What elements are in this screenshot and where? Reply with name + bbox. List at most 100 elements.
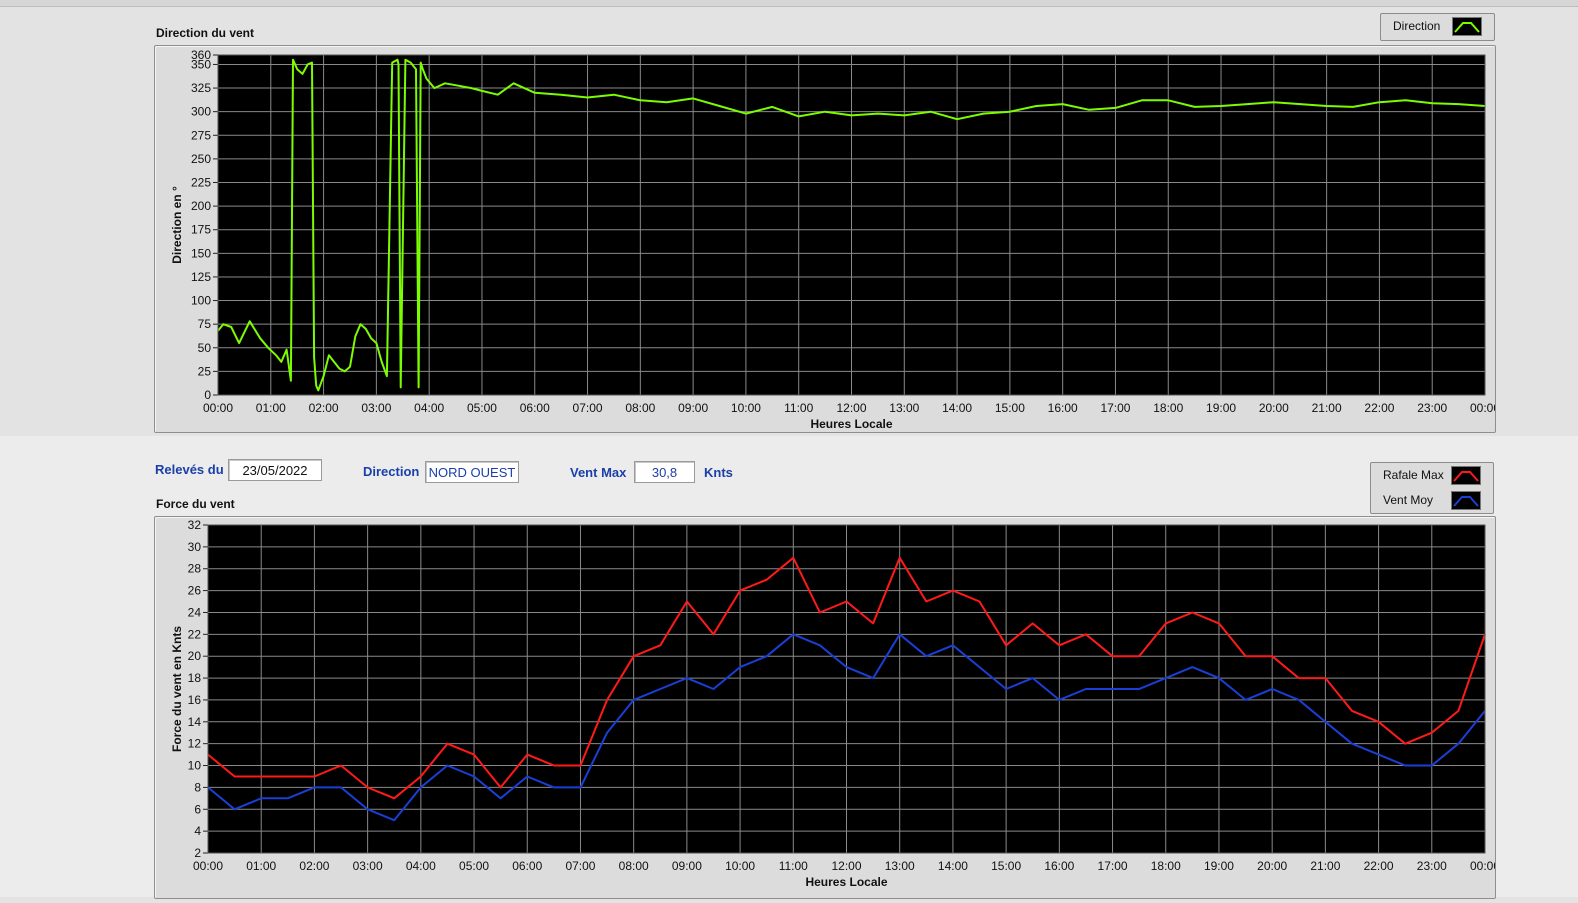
legend-item-ventmoy[interactable]: Vent Moy <box>1371 488 1493 512</box>
x-tick-label: 10:00 <box>725 859 755 873</box>
y-tick-label: 75 <box>198 317 212 331</box>
legend-label-direction: Direction <box>1393 19 1441 33</box>
x-tick-label: 00:00 <box>193 859 223 873</box>
legend-item-direction[interactable]: Direction <box>1381 14 1494 38</box>
y-tick-label: 10 <box>188 759 202 773</box>
legend-item-rafale[interactable]: Rafale Max <box>1371 463 1493 487</box>
x-axis-label: Heures Locale <box>810 417 892 431</box>
ventmax-unit: Knts <box>704 465 733 480</box>
legend-label-rafale: Rafale Max <box>1383 468 1444 482</box>
y-tick-label: 175 <box>191 223 211 237</box>
force-chart-svg[interactable]: 246810121416182022242628303200:00 01:00 02… <box>155 517 1500 898</box>
x-tick-label: 05:00 <box>459 859 489 873</box>
x-tick-label: 14:00 <box>942 401 972 415</box>
x-tick-label: 16:00 <box>1044 859 1074 873</box>
x-tick-label: 01:00 <box>246 859 276 873</box>
y-tick-label: 125 <box>191 270 211 284</box>
x-tick-label: 20:00 <box>1257 859 1287 873</box>
x-tick-label: 16:00 <box>1048 401 1078 415</box>
y-tick-label: 300 <box>191 105 211 119</box>
x-tick-label: 10:00 <box>731 401 761 415</box>
x-tick-label: 09:00 <box>678 401 708 415</box>
x-tick-label: 18:00 <box>1153 401 1183 415</box>
direction-label: Direction <box>363 464 420 479</box>
direction-legend[interactable]: Direction <box>1380 13 1495 41</box>
x-tick-label: 04:00 <box>414 401 444 415</box>
y-tick-label: 4 <box>194 824 201 838</box>
x-tick-label: 17:00 <box>1100 401 1130 415</box>
x-tick-label: 13:00 <box>889 401 919 415</box>
y-tick-label: 24 <box>188 605 202 619</box>
x-tick-label: 11:00 <box>779 859 808 873</box>
x-tick-label: 00:00 <box>1470 859 1495 873</box>
date-field[interactable]: 23/05/2022 <box>228 459 322 481</box>
direction-chart-svg[interactable]: 0255075100125150175200225250275300325350… <box>155 46 1500 432</box>
y-tick-label: 30 <box>188 540 202 554</box>
x-tick-label: 19:00 <box>1204 859 1234 873</box>
force-chart-title: Force du vent <box>156 497 235 511</box>
x-tick-label: 00:00 <box>1470 401 1495 415</box>
x-tick-label: 15:00 <box>991 859 1021 873</box>
y-tick-label: 20 <box>188 649 202 663</box>
y-tick-label: 12 <box>188 737 202 751</box>
force-legend[interactable]: Rafale Max Vent Moy <box>1370 462 1494 514</box>
y-tick-label: 32 <box>188 518 202 532</box>
y-tick-label: 18 <box>188 671 202 685</box>
x-tick-label: 01:00 <box>256 401 286 415</box>
y-tick-label: 100 <box>191 294 211 308</box>
x-tick-label: 18:00 <box>1151 859 1181 873</box>
y-axis-label: Force du vent en Knts <box>170 626 184 752</box>
x-tick-label: 15:00 <box>995 401 1025 415</box>
x-tick-label: 02:00 <box>309 401 339 415</box>
x-tick-label: 11:00 <box>784 401 813 415</box>
x-tick-label: 03:00 <box>353 859 383 873</box>
direction-chart-panel: 0 25 50 75 100 125 150 175 200 225 250 275 300 325 350… <box>154 45 1500 433</box>
x-tick-label: 06:00 <box>520 401 550 415</box>
y-tick-label: 275 <box>191 128 211 142</box>
x-tick-label: 12:00 <box>836 401 866 415</box>
x-tick-label: 14:00 <box>938 859 968 873</box>
line-style-icon[interactable] <box>1451 466 1481 485</box>
y-axis-label: Direction en ° <box>170 186 184 264</box>
y-tick-label: 8 <box>194 780 201 794</box>
line-style-icon[interactable] <box>1451 491 1481 510</box>
x-tick-label: 22:00 <box>1364 401 1394 415</box>
x-tick-label: 08:00 <box>625 401 655 415</box>
x-tick-label: 13:00 <box>885 859 915 873</box>
x-tick-label: 02:00 <box>299 859 329 873</box>
y-tick-label: 360 <box>191 48 211 62</box>
x-tick-label: 07:00 <box>565 859 595 873</box>
y-tick-label: 225 <box>191 176 211 190</box>
x-tick-label: 03:00 <box>361 401 391 415</box>
x-tick-label: 22:00 <box>1364 859 1394 873</box>
date-label: Relevés du <box>155 462 224 477</box>
x-tick-label: 04:00 <box>406 859 436 873</box>
x-tick-label: 20:00 <box>1259 401 1289 415</box>
x-axis-label: Heures Locale <box>805 875 887 889</box>
ventmax-label: Vent Max <box>570 465 627 480</box>
y-tick-label: 50 <box>198 341 212 355</box>
direction-chart-title: Direction du vent <box>156 26 255 40</box>
x-tick-label: 07:00 <box>573 401 603 415</box>
x-tick-label: 17:00 <box>1098 859 1128 873</box>
y-tick-label: 200 <box>191 199 211 213</box>
direction-field[interactable]: NORD OUEST <box>425 461 519 483</box>
y-tick-label: 14 <box>188 715 202 729</box>
y-tick-label: 28 <box>188 562 202 576</box>
window-top-edge <box>0 0 1578 7</box>
x-tick-label: 21:00 <box>1310 859 1340 873</box>
line-style-icon[interactable] <box>1452 17 1482 36</box>
y-tick-label: 250 <box>191 152 211 166</box>
y-tick-label: 25 <box>198 364 212 378</box>
x-tick-label: 09:00 <box>672 859 702 873</box>
x-tick-label: 21:00 <box>1312 401 1342 415</box>
y-tick-label: 6 <box>194 802 201 816</box>
ventmax-field[interactable]: 30,8 <box>634 461 695 483</box>
y-tick-label: 150 <box>191 246 211 260</box>
y-tick-label: 26 <box>188 584 202 598</box>
x-tick-label: 19:00 <box>1206 401 1236 415</box>
x-tick-label: 00:00 <box>203 401 233 415</box>
force-chart-panel: 2 4 6 8 10 12 14 16 18 20 22 24 26 28 30 32 00:00 01:00 02… <box>154 516 1500 899</box>
y-tick-label: 325 <box>191 81 211 95</box>
y-tick-label: 16 <box>188 693 202 707</box>
